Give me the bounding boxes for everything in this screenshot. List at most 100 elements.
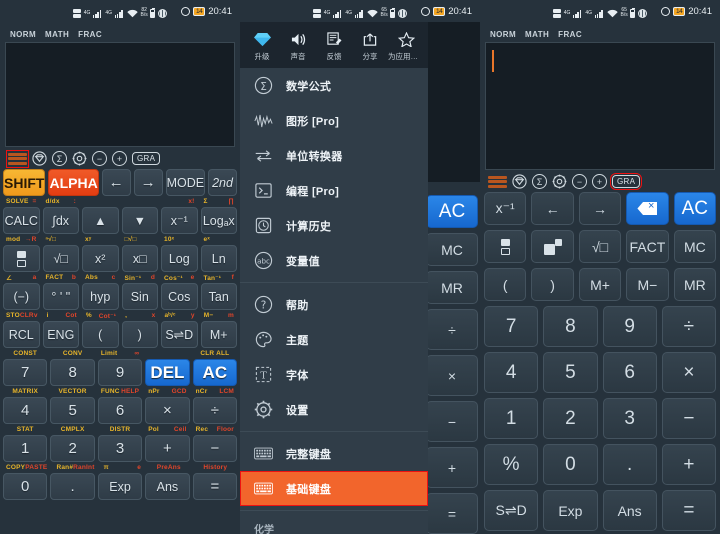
key-tan[interactable]: Tan: [200, 283, 237, 310]
key-mminus[interactable]: M−: [626, 268, 669, 301]
key-paren-close[interactable]: ): [531, 268, 574, 301]
zoom-in-icon[interactable]: +: [112, 151, 127, 166]
key-1[interactable]: 1: [484, 398, 539, 439]
key-equals-behind[interactable]: =: [426, 493, 478, 534]
drawer-item-math-formulas[interactable]: Σ 数学公式: [240, 68, 428, 103]
key-divide[interactable]: ÷: [192, 397, 238, 424]
key-minus[interactable]: −: [661, 398, 716, 439]
drawer-item-basic-keyboard[interactable]: 基础键盘: [240, 471, 428, 506]
angle-mode-badge[interactable]: GRA: [132, 152, 161, 165]
drawer-item-font[interactable]: T 字体: [240, 357, 428, 392]
key-mc-behind[interactable]: MC: [426, 233, 478, 266]
key-paren-close[interactable]: ): [121, 321, 158, 348]
key-minus-behind[interactable]: −: [426, 401, 478, 442]
key-ac[interactable]: AC: [192, 359, 238, 386]
key-del[interactable]: DEL: [145, 359, 190, 386]
key-sd-toggle[interactable]: S⇌D: [161, 321, 198, 348]
hamburger-icon[interactable]: [488, 175, 507, 189]
key-integral[interactable]: ∫dx: [42, 207, 79, 234]
key-backspace[interactable]: [626, 192, 669, 225]
key-rcl[interactable]: RCL: [3, 321, 40, 348]
key-mplus[interactable]: M+: [578, 268, 622, 301]
gem-icon[interactable]: [512, 174, 527, 189]
key-plus[interactable]: +: [661, 444, 716, 485]
calculator-display-left[interactable]: [5, 42, 235, 147]
key-multiply[interactable]: ×: [661, 352, 716, 393]
drawer-action-feedback[interactable]: 反馈: [316, 30, 352, 62]
key-power[interactable]: [531, 230, 574, 263]
key-multiply[interactable]: ×: [145, 397, 190, 424]
key-ans[interactable]: Ans: [145, 473, 190, 500]
key-plus-behind[interactable]: +: [426, 447, 478, 488]
drawer-action-share[interactable]: 分享: [352, 30, 388, 62]
drawer-item-unit-converter[interactable]: 单位转换器: [240, 138, 428, 173]
key-9[interactable]: 9: [97, 359, 143, 386]
key-6[interactable]: 6: [97, 397, 143, 424]
drawer-action-rate[interactable]: 为应用评...: [388, 30, 424, 62]
key-fraction[interactable]: [3, 245, 40, 272]
key-decimal[interactable]: .: [602, 444, 657, 485]
key-8[interactable]: 8: [543, 306, 598, 347]
gem-icon[interactable]: [32, 151, 47, 166]
key-log-base[interactable]: Logₐx: [200, 207, 237, 234]
drawer-item-full-keyboard[interactable]: 完整键盘: [240, 436, 428, 471]
key-sd-toggle[interactable]: S⇌D: [484, 490, 539, 531]
key-left-arrow[interactable]: ←: [101, 169, 131, 196]
key-fraction[interactable]: [484, 230, 527, 263]
key-mplus[interactable]: M+: [200, 321, 237, 348]
key-left-arrow[interactable]: ←: [531, 192, 574, 225]
key-5[interactable]: 5: [50, 397, 95, 424]
drawer-item-variables[interactable]: abc 变量值: [240, 243, 428, 278]
drawer-item-help[interactable]: ? 帮助: [240, 287, 428, 322]
key-7[interactable]: 7: [484, 306, 539, 347]
key-sin[interactable]: Sin: [121, 283, 158, 310]
key-minus[interactable]: −: [192, 435, 238, 462]
key-3[interactable]: 3: [602, 398, 657, 439]
sigma-icon[interactable]: Σ: [52, 151, 67, 166]
key-paren-open[interactable]: (: [484, 268, 527, 301]
key-down-arrow[interactable]: ▼: [121, 207, 158, 234]
key-cos[interactable]: Cos: [161, 283, 198, 310]
key-power[interactable]: x□: [121, 245, 158, 272]
key-sqrt[interactable]: √□: [42, 245, 79, 272]
key-exp[interactable]: Exp: [543, 490, 598, 531]
drawer-item-graph[interactable]: 图形 [Pro]: [240, 103, 428, 138]
key-8[interactable]: 8: [50, 359, 95, 386]
key-multiply-behind[interactable]: ×: [426, 355, 478, 396]
key-ac[interactable]: AC: [673, 192, 717, 225]
calculator-display-right[interactable]: [485, 42, 715, 170]
key-divide-behind[interactable]: ÷: [426, 309, 478, 350]
key-percent[interactable]: %: [484, 444, 539, 485]
key-eng[interactable]: ENG: [42, 321, 79, 348]
key-inverse[interactable]: x⁻¹: [484, 192, 527, 225]
key-mr-behind[interactable]: MR: [426, 271, 478, 304]
key-3[interactable]: 3: [97, 435, 143, 462]
key-log[interactable]: Log: [161, 245, 198, 272]
key-mode[interactable]: MODE: [165, 169, 206, 196]
key-paren-open[interactable]: (: [82, 321, 119, 348]
key-mr[interactable]: MR: [673, 268, 717, 301]
gear-icon[interactable]: [552, 174, 567, 189]
drawer-item-programming[interactable]: 编程 [Pro]: [240, 173, 428, 208]
key-2nd[interactable]: 2nd: [208, 169, 237, 196]
key-divide[interactable]: ÷: [661, 306, 716, 347]
key-alpha[interactable]: ALPHA: [48, 169, 99, 196]
drawer-item-settings[interactable]: 设置: [240, 392, 428, 427]
key-mc[interactable]: MC: [673, 230, 717, 263]
key-dms[interactable]: ° ' ": [42, 283, 79, 310]
key-calc[interactable]: CALC: [3, 207, 40, 234]
drawer-action-sound[interactable]: 声音: [280, 30, 316, 62]
key-ln[interactable]: Ln: [200, 245, 237, 272]
zoom-in-icon[interactable]: +: [592, 174, 607, 189]
zoom-out-icon[interactable]: −: [572, 174, 587, 189]
key-0[interactable]: 0: [543, 444, 598, 485]
key-equals[interactable]: =: [661, 490, 716, 531]
key-ans[interactable]: Ans: [602, 490, 657, 531]
gear-icon[interactable]: [72, 151, 87, 166]
key-4[interactable]: 4: [484, 352, 539, 393]
key-4[interactable]: 4: [3, 397, 48, 424]
key-up-arrow[interactable]: ▲: [82, 207, 119, 234]
hamburger-icon[interactable]: [5, 149, 30, 168]
key-decimal[interactable]: .: [50, 473, 95, 500]
key-square[interactable]: x²: [82, 245, 119, 272]
